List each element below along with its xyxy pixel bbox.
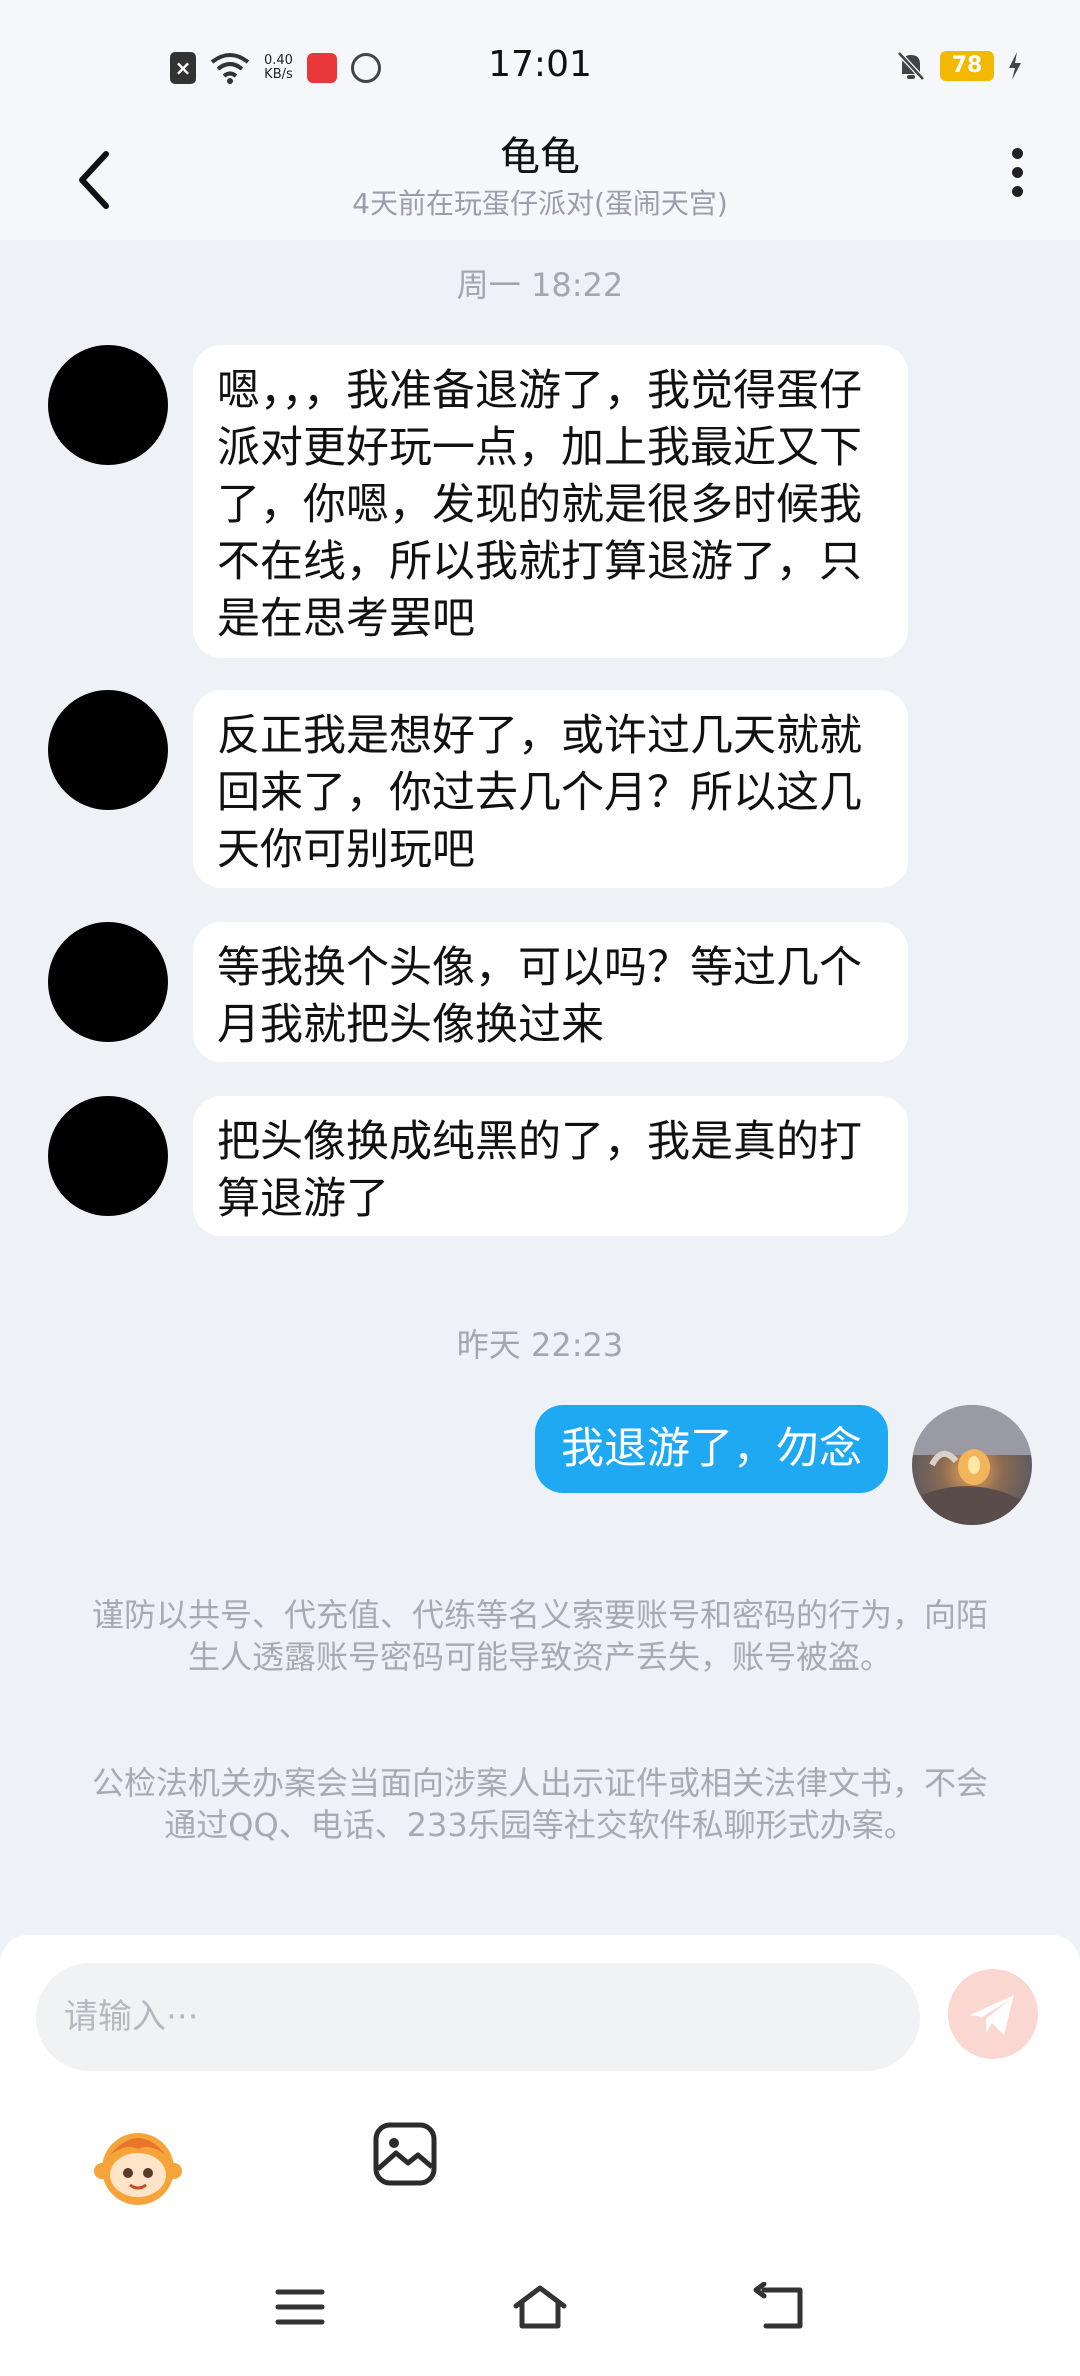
menu-nav-icon[interactable] (270, 2282, 330, 2332)
home-nav-icon[interactable] (510, 2282, 570, 2332)
contact-status: 4天前在玩蛋仔派对(蛋闹天宫) (352, 187, 728, 220)
send-button[interactable] (948, 1969, 1038, 2059)
incoming-message-bubble[interactable]: 反正我是想好了，或许过几天就就回来了，你过去几个月？所以这几天你可别玩吧 (193, 690, 908, 888)
more-options-button[interactable] (1002, 140, 1032, 220)
contact-avatar[interactable] (48, 690, 168, 810)
incoming-message-bubble[interactable]: 嗯，，，我准备退游了，我觉得蛋仔派对更好玩一点，加上我最近又下了，你嗯，发现的就… (193, 345, 908, 658)
incoming-message-bubble[interactable]: 等我换个头像，可以吗？等过几个月我就把头像换过来 (193, 922, 908, 1062)
chat-header: 龟龟 4天前在玩蛋仔派对(蛋闹天宫) (0, 110, 1080, 240)
charging-icon (1009, 52, 1021, 80)
incoming-message-bubble[interactable]: 把头像换成纯黑的了，我是真的打算退游了 (193, 1096, 908, 1236)
message-timestamp: 周一 18:22 (456, 266, 624, 304)
outgoing-message-bubble[interactable]: 我退游了，勿念 (535, 1405, 888, 1493)
contact-avatar[interactable] (48, 1096, 168, 1216)
image-button[interactable] (372, 2121, 438, 2187)
safety-notice: 公检法机关办案会当面向涉案人出示证件或相关法律文书，不会通过QQ、电话、233乐… (91, 1764, 988, 1844)
candle-photo-icon (912, 1405, 1032, 1525)
emoji-button[interactable] (90, 2115, 186, 2211)
status-icons-right: 78 (896, 50, 1022, 82)
mute-bell-icon (897, 51, 925, 81)
safety-notice: 谨防以共号、代充值、代练等名义索要账号和密码的行为，向陌生人透露账号密码可能导致… (91, 1596, 988, 1676)
message-input[interactable]: 请输入··· (36, 1963, 920, 2071)
contact-name: 龟龟 (500, 134, 580, 180)
back-nav-icon[interactable] (752, 2282, 812, 2332)
my-avatar[interactable] (912, 1405, 1032, 1525)
message-timestamp: 昨天 22:23 (456, 1326, 624, 1364)
battery-level: 78 (940, 51, 994, 81)
contact-avatar[interactable] (48, 345, 168, 465)
more-dot-icon (1011, 186, 1023, 197)
more-dot-icon (1011, 148, 1023, 159)
contact-avatar[interactable] (48, 922, 168, 1042)
more-dot-icon (1011, 167, 1023, 178)
paper-plane-icon (970, 1995, 1014, 2035)
